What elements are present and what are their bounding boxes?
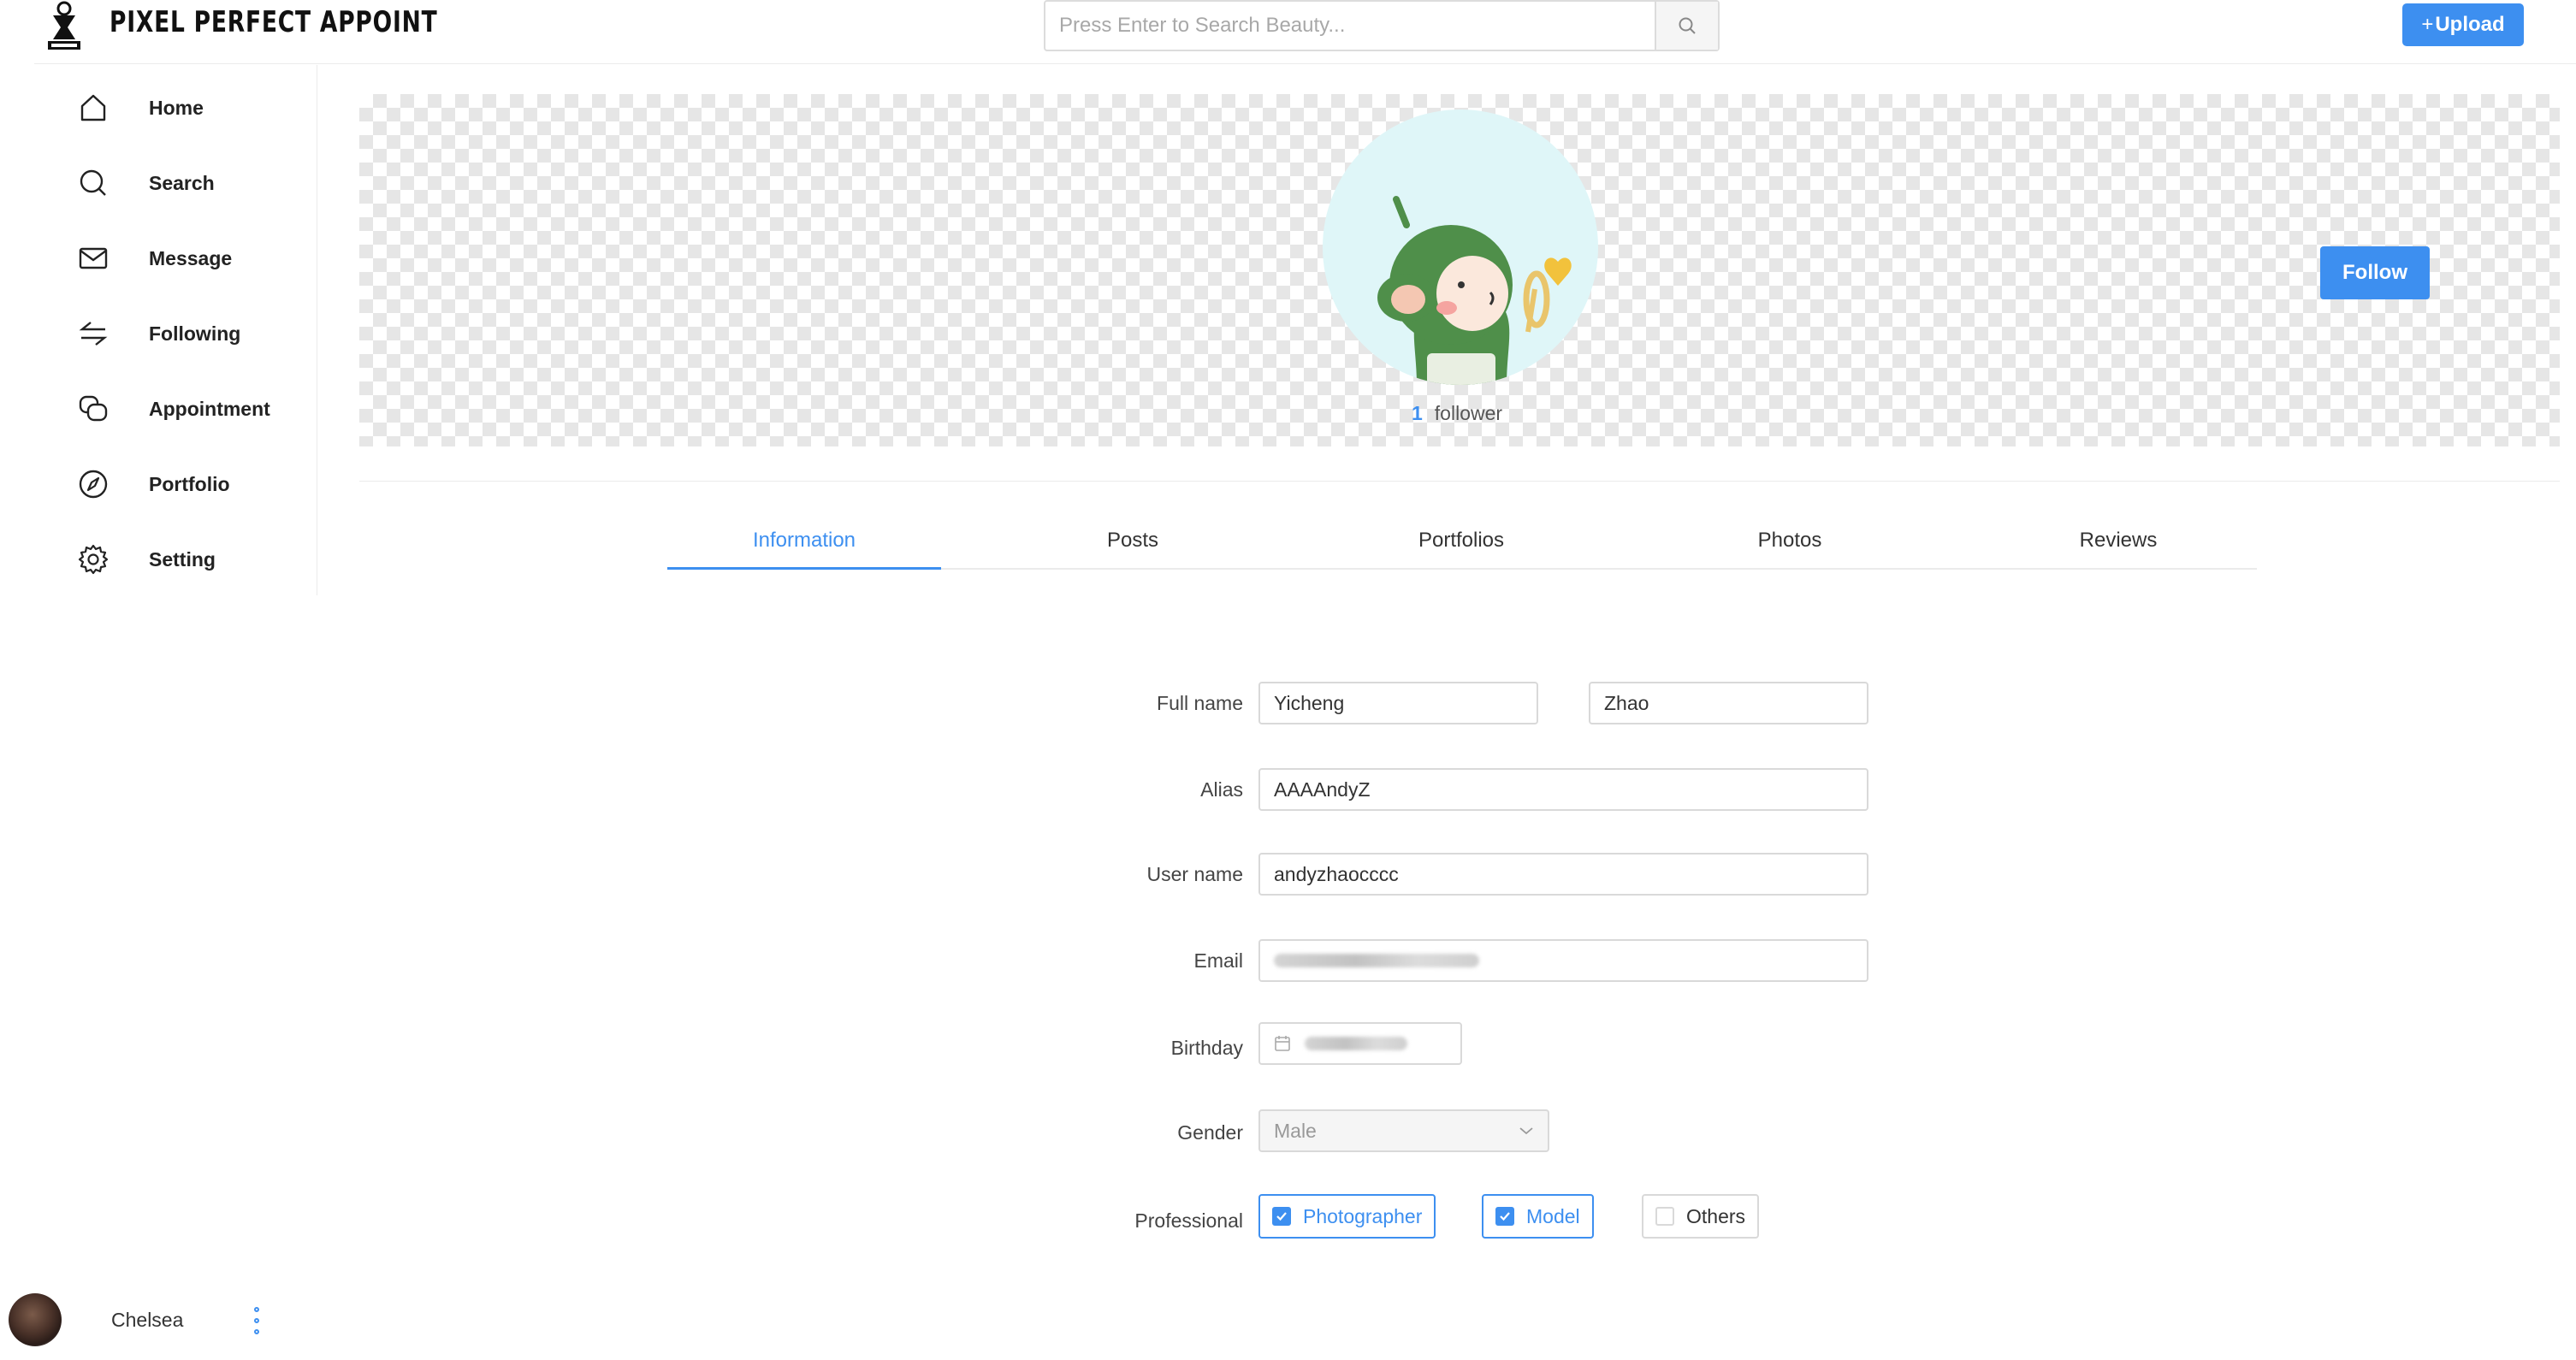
sidebar: Home Search Message Following Appointmen… [34,65,317,595]
full-name-label: Full name [1157,692,1243,714]
gender-label: Gender [1177,1121,1243,1144]
alias-field[interactable]: AAAAndyZ [1258,768,1868,811]
checkbox-label: Photographer [1303,1204,1423,1227]
dot [254,1329,259,1334]
mascot-image [1377,196,1572,385]
logo-icon[interactable] [38,0,91,53]
sidebar-item-appointment[interactable]: Appointment [77,383,299,435]
birthday-label: Birthday [1170,1037,1243,1059]
gender-select[interactable]: Male [1258,1109,1549,1152]
home-icon [80,94,106,121]
sidebar-item-home[interactable]: Home [77,82,299,133]
sidebar-item-label: Home [149,96,204,119]
sidebar-item-label: Message [149,246,233,269]
search-icon [1679,17,1696,34]
tab-posts[interactable]: Posts [996,513,1270,568]
alias-label: Alias [1200,778,1243,801]
sidebar-item-message[interactable]: Message [77,233,299,284]
checkbox-empty [1655,1207,1674,1226]
checkbox-photographer[interactable]: Photographer [1258,1194,1436,1239]
user-avatar[interactable] [9,1293,62,1346]
checkbox-label: Others [1686,1204,1746,1227]
more-options-button[interactable] [248,1304,265,1338]
tab-reviews[interactable]: Reviews [1981,513,2255,568]
mail-icon [79,247,108,269]
checkbox-model[interactable]: Model [1482,1194,1594,1239]
sidebar-item-label: Following [149,322,241,345]
tab-photos[interactable]: Photos [1653,513,1927,568]
username-field[interactable]: andyzhaocccc [1258,853,1868,896]
tab-portfolios[interactable]: Portfolios [1324,513,1598,568]
gender-value: Male [1274,1119,1317,1142]
follower-label: follower [1434,402,1503,424]
upload-button[interactable]: + Upload [2402,3,2524,46]
sidebar-item-following[interactable]: Following [77,308,299,359]
sidebar-item-search[interactable]: Search [77,157,299,209]
first-name-field[interactable]: Yicheng [1258,682,1538,724]
username-label: User name [1146,863,1243,885]
professional-label: Professional [1134,1209,1243,1232]
gear-icon [78,544,109,575]
birthday-picker[interactable] [1258,1022,1462,1065]
sidebar-item-label: Search [149,171,215,194]
check-icon [1495,1207,1514,1226]
follower-count[interactable]: 1 [1412,402,1423,424]
plus-icon: + [2421,13,2434,36]
checkbox-others[interactable]: Others [1642,1194,1760,1239]
active-tab-indicator [667,567,941,570]
redacted-email [1274,954,1479,967]
search-input[interactable] [1045,2,1656,50]
follower-stat: 1 follower [1412,402,1502,425]
dot [254,1307,259,1312]
email-label: Email [1193,949,1243,972]
dot [254,1318,259,1323]
tab-information[interactable]: Information [667,513,941,568]
calendar-icon [1275,1036,1290,1051]
check-icon [1272,1207,1291,1226]
sidebar-item-setting[interactable]: Setting [77,534,299,585]
profile-avatar [1323,109,1598,385]
search-button[interactable] [1655,2,1718,50]
chat-icon [79,395,108,422]
search-icon [80,169,106,196]
divider [359,481,2560,482]
search-box [1044,0,1720,51]
user-name: Chelsea [111,1309,184,1331]
app-title: PIXEL PERFECT APPOINT [110,5,438,39]
redacted-birthday [1305,1037,1407,1050]
compass-icon [79,470,108,499]
last-name-field[interactable]: Zhao [1589,682,1868,724]
upload-label: Upload [2435,13,2505,36]
sidebar-item-label: Portfolio [149,472,230,495]
email-field[interactable] [1258,939,1868,982]
swap-icon [79,322,108,346]
chevron-down-icon [1519,1127,1533,1135]
follow-button[interactable]: Follow [2320,246,2430,299]
profile-tabs: Information Posts Portfolios Photos Revi… [667,513,2257,570]
sidebar-item-label: Appointment [149,397,270,420]
sidebar-item-label: Setting [149,547,216,571]
checkbox-label: Model [1526,1204,1580,1227]
sidebar-item-portfolio[interactable]: Portfolio [77,458,299,510]
